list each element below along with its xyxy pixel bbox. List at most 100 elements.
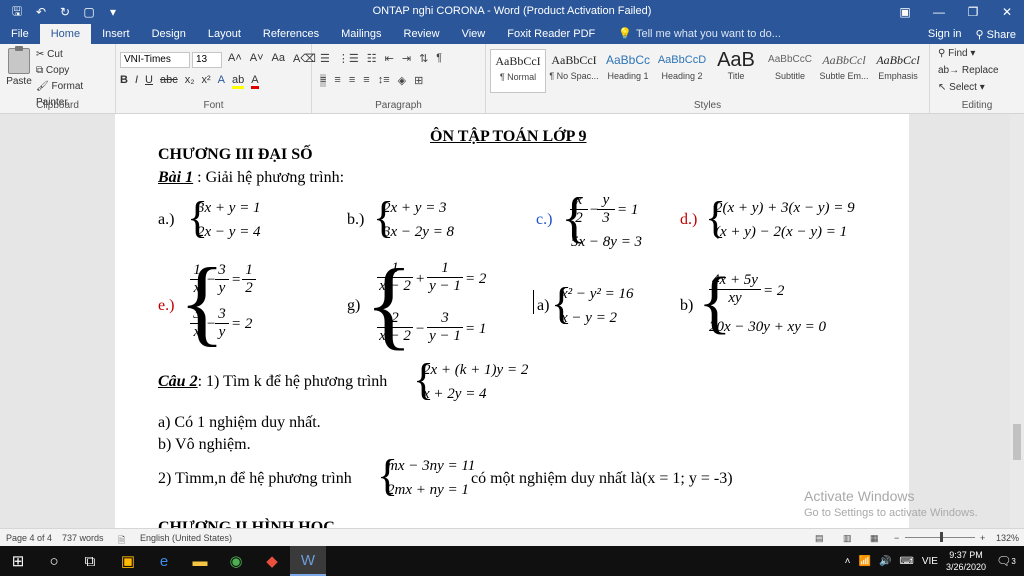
zoom-out-icon[interactable]: −	[894, 533, 899, 543]
bold-icon[interactable]: B	[120, 74, 128, 89]
ribbon-display-options-button[interactable]: ▣	[888, 0, 922, 24]
read-mode-icon[interactable]: ▤	[815, 533, 824, 544]
highlight-icon[interactable]: ab	[232, 74, 245, 89]
tab-foxit[interactable]: Foxit Reader PDF	[496, 24, 606, 44]
scrollbar-thumb[interactable]	[1013, 424, 1021, 460]
zoom-level[interactable]: 132%	[996, 533, 1019, 543]
clipboard-icon	[8, 46, 30, 74]
strikethrough-icon[interactable]: abc	[160, 74, 178, 89]
find-button[interactable]: ⚲ Find ▾	[938, 48, 975, 59]
superscript-icon[interactable]: x²	[202, 74, 211, 89]
edge-icon[interactable]: e	[146, 546, 182, 576]
input-language[interactable]: VIE	[922, 556, 938, 567]
multilevel-list-icon[interactable]: ☷	[367, 52, 377, 65]
zoom-slider-thumb[interactable]	[940, 532, 943, 542]
browser-icon[interactable]: ◉	[218, 546, 254, 576]
vertical-scrollbar[interactable]	[1010, 114, 1024, 528]
language-status[interactable]: English (United States)	[140, 533, 232, 543]
keyboard-icon[interactable]: ⌨	[899, 556, 913, 567]
font-color-icon[interactable]: A	[251, 74, 259, 89]
print-layout-icon[interactable]: ▥	[843, 533, 852, 544]
shading-icon[interactable]: ◈	[398, 74, 406, 87]
sign-in-link[interactable]: Sign in	[928, 28, 962, 40]
line-spacing-icon[interactable]: ↕≡	[378, 74, 390, 87]
document-page[interactable]: ÔN TẬP TOÁN LỚP 9 CHƯƠNG III ĐẠI SỐ Bài …	[115, 114, 909, 528]
tab-layout[interactable]: Layout	[197, 24, 252, 44]
align-right-icon[interactable]: ≡	[349, 74, 355, 87]
web-layout-icon[interactable]: ▦	[870, 533, 879, 544]
page-count[interactable]: Page 4 of 4	[6, 533, 52, 543]
tab-mailings[interactable]: Mailings	[330, 24, 392, 44]
windows-start-icon[interactable]: ⊞	[0, 546, 36, 576]
tab-home[interactable]: Home	[39, 24, 92, 44]
paste-button[interactable]: Paste	[6, 46, 32, 87]
label-g: g)	[347, 297, 361, 314]
sort-icon[interactable]: ⇅	[419, 52, 428, 65]
clock[interactable]: 9:37 PM 3/26/2020	[946, 549, 986, 573]
borders-icon[interactable]: ⊞	[414, 74, 423, 87]
network-icon[interactable]: 📶	[858, 556, 870, 567]
align-left-icon[interactable]: ≡	[320, 74, 327, 87]
notification-center-button[interactable]: 🗨 3	[988, 546, 1024, 576]
style-emphasis[interactable]: AaBbCcl Emphasis	[870, 49, 926, 93]
minimize-button[interactable]: —	[922, 0, 956, 24]
close-button[interactable]: ✕	[990, 0, 1024, 24]
grow-font-icon[interactable]: A˄	[228, 52, 242, 65]
underline-icon[interactable]: U	[145, 74, 153, 89]
restore-button[interactable]: ❐	[956, 0, 990, 24]
style-no-spacing[interactable]: AaBbCcI ¶ No Spac...	[546, 49, 602, 93]
tell-me-box[interactable]: 💡 Tell me what you want to do...	[606, 24, 781, 44]
copy-button[interactable]: ⧉ Copy	[36, 63, 115, 79]
cortana-icon[interactable]: ○	[36, 546, 72, 576]
app-icon[interactable]: ◆	[254, 546, 290, 576]
editing-group: ⚲ Find ▾ ab→ Replace ↖ Select ▾ Editing	[930, 44, 1024, 114]
style-title[interactable]: AaB Title	[708, 49, 764, 93]
subscript-icon[interactable]: x₂	[185, 74, 195, 89]
select-button[interactable]: ↖ Select ▾	[938, 82, 985, 93]
status-bar: Page 4 of 4 737 words 🗎 English (United …	[0, 528, 1024, 546]
fraction-1-x: 1x	[190, 262, 204, 297]
new-doc-icon[interactable]: ▢	[78, 1, 100, 23]
style-heading-2[interactable]: AaBbCcD Heading 2	[654, 49, 710, 93]
decrease-indent-icon[interactable]: ⇤	[385, 52, 394, 65]
undo-icon[interactable]: ↶	[30, 1, 52, 23]
word-count[interactable]: 737 words	[62, 533, 104, 543]
customize-icon[interactable]: ▾	[102, 1, 124, 23]
tab-design[interactable]: Design	[141, 24, 197, 44]
italic-icon[interactable]: I	[135, 74, 138, 89]
justify-icon[interactable]: ≡	[363, 74, 369, 87]
tab-insert[interactable]: Insert	[91, 24, 141, 44]
font-name-box[interactable]: VNI-Times	[120, 52, 190, 68]
style-subtle-emphasis[interactable]: AaBbCcl Subtle Em...	[816, 49, 872, 93]
tab-references[interactable]: References	[252, 24, 330, 44]
show-marks-icon[interactable]: ¶	[436, 52, 442, 65]
font-size-box[interactable]: 13	[192, 52, 222, 68]
bullets-icon[interactable]: ☰	[320, 52, 330, 65]
zoom-in-icon[interactable]: +	[980, 533, 985, 543]
replace-button[interactable]: ab→ Replace	[938, 65, 999, 76]
tab-view[interactable]: View	[451, 24, 497, 44]
numbering-icon[interactable]: ⋮☰	[338, 52, 359, 65]
chevron-up-icon[interactable]: ˄	[845, 556, 851, 567]
align-center-icon[interactable]: ≡	[334, 74, 340, 87]
save-icon[interactable]: 🖫	[6, 1, 28, 23]
style-sample: AaBbCc	[605, 53, 651, 67]
increase-indent-icon[interactable]: ⇥	[402, 52, 411, 65]
share-button[interactable]: ⚲ Share	[976, 28, 1016, 41]
shrink-font-icon[interactable]: A˅	[250, 52, 264, 65]
task-view-icon[interactable]: ⧉	[72, 546, 108, 576]
cut-button[interactable]: ✂ Cut	[36, 47, 115, 63]
text-effects-icon[interactable]: A	[218, 74, 225, 89]
tab-review[interactable]: Review	[393, 24, 451, 44]
style-normal[interactable]: AaBbCcI ¶ Normal	[490, 49, 546, 93]
volume-icon[interactable]: 🔊	[879, 556, 891, 567]
tab-file[interactable]: File	[0, 24, 40, 44]
redo-icon[interactable]: ↻	[54, 1, 76, 23]
style-subtitle[interactable]: AaBbCcC Subtitle	[762, 49, 818, 93]
change-case-icon[interactable]: Aa	[272, 52, 285, 65]
tell-me-text: Tell me what you want to do...	[635, 28, 781, 40]
store-icon[interactable]: ▣	[110, 546, 146, 576]
style-heading-1[interactable]: AaBbCc Heading 1	[600, 49, 656, 93]
file-explorer-icon[interactable]: ▬	[182, 546, 218, 576]
word-taskbar-icon[interactable]: W	[290, 546, 326, 576]
